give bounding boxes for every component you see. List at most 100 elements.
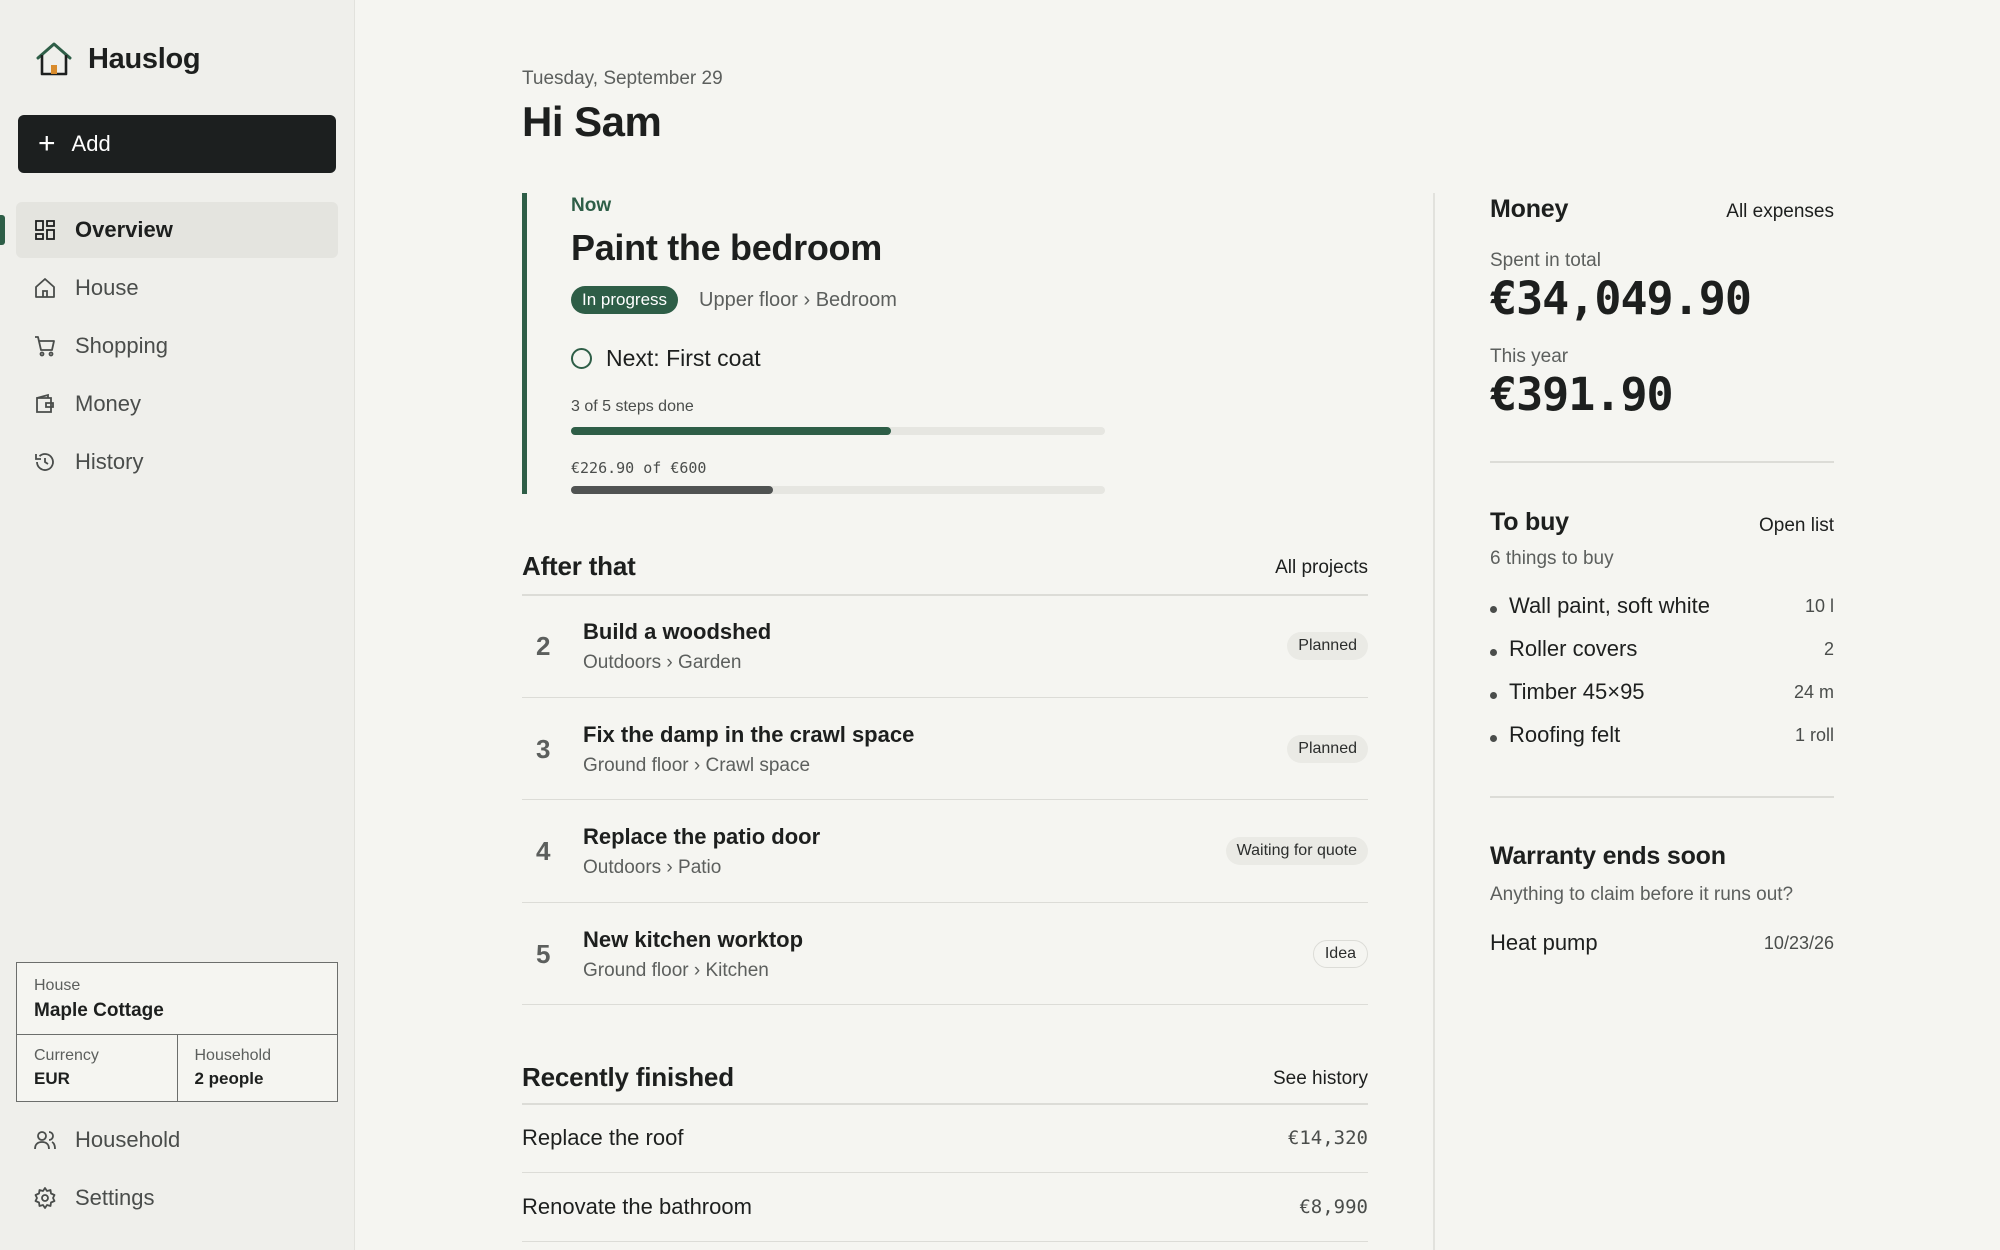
brand[interactable]: Hauslog (34, 40, 201, 78)
nav-label: Money (75, 391, 142, 416)
house-logo-icon (36, 42, 72, 76)
next-step[interactable]: Next: First coat (571, 345, 761, 372)
project-location: Upper floor › Bedroom (699, 289, 897, 311)
status-badge: Planned (1287, 632, 1368, 660)
house-label: House (34, 977, 81, 994)
people-icon (34, 1131, 56, 1150)
house-info-card[interactable]: House Maple Cottage Currency EUR Househo… (16, 962, 338, 1102)
warranty-subtitle: Anything to claim before it runs out? (1490, 884, 1794, 905)
steps-progress-bar (571, 427, 1105, 435)
household-label: Household (194, 1047, 272, 1064)
finished-row[interactable]: Renovate the bathroom €8,990 (522, 1173, 1368, 1242)
budget-progress-label: €226.90 of €600 (571, 459, 707, 477)
project-location: Ground floor › Kitchen (583, 959, 769, 981)
total-spent-value: €34,049.90 (1490, 272, 1752, 325)
project-row[interactable]: 3 Fix the damp in the crawl space Ground… (522, 698, 1368, 800)
wallet-icon (36, 393, 54, 413)
brand-name: Hauslog (88, 42, 201, 75)
bullet-icon (1490, 691, 1497, 699)
nav-item-household[interactable]: Household (16, 1112, 338, 1168)
see-history-link[interactable]: See history (1200, 1068, 1368, 1090)
secondary-nav: Household Settings (16, 1112, 338, 1228)
now-label: Now (571, 195, 612, 216)
total-spent-label: Spent in total (1490, 250, 1601, 271)
steps-progress-fill (571, 427, 892, 435)
plus-icon: + (38, 127, 56, 160)
finished-project-name: Replace the roof (522, 1125, 684, 1150)
nav-item-shopping[interactable]: Shopping (16, 318, 338, 374)
bullet-icon (1490, 734, 1497, 742)
project-row[interactable]: 5 New kitchen worktop Ground floor › Kit… (522, 903, 1368, 1005)
nav-item-overview[interactable]: Overview (0, 202, 338, 258)
shopping-item[interactable]: Timber 45×95 24 m (1490, 677, 1834, 707)
shopping-item-qty: 10 l (1804, 595, 1834, 616)
project-name: Build a woodshed (583, 619, 772, 644)
shopping-item-qty: 1 roll (1794, 724, 1834, 745)
this-year-value: €391.90 (1490, 368, 1674, 421)
budget-progress-bar (571, 486, 1105, 494)
currency-label: Currency (34, 1047, 99, 1064)
shopping-item-qty: 2 (1823, 638, 1834, 659)
project-row[interactable]: 2 Build a woodshed Outdoors › Garden Pla… (522, 595, 1368, 698)
nav-item-house[interactable]: House (16, 260, 338, 316)
home-icon (35, 278, 55, 298)
open-list-link[interactable]: Open list (1759, 515, 1834, 537)
shopping-item[interactable]: Wall paint, soft white 10 l (1490, 591, 1834, 621)
column-divider (1433, 193, 1435, 1250)
project-list: 2 Build a woodshed Outdoors › Garden Pla… (522, 595, 1368, 1005)
grid-icon (35, 220, 55, 240)
status-badge: Waiting for quote (1225, 837, 1368, 865)
bullet-icon (1490, 605, 1497, 613)
bullet-icon (1490, 648, 1497, 656)
household-cell: Household 2 people (176, 1035, 338, 1101)
nav-item-money[interactable]: Money (16, 376, 338, 432)
to-buy-title: To buy (1490, 508, 1569, 536)
sidebar: Hauslog + Add Overview House Shopping Mo… (0, 0, 355, 1250)
project-location: Ground floor › Crawl space (583, 754, 811, 776)
warranty-item-name: Heat pump (1490, 930, 1598, 955)
divider (1490, 796, 1834, 798)
steps-progress-label: 3 of 5 steps done (571, 398, 694, 415)
history-icon (35, 453, 54, 471)
all-expenses-link[interactable]: All expenses (1726, 201, 1834, 223)
project-location: Outdoors › Garden (583, 652, 742, 673)
gear-icon (34, 1187, 56, 1209)
finished-row[interactable]: Replace the roof €14,320 (522, 1104, 1368, 1173)
add-button[interactable]: + Add (18, 115, 336, 173)
shopping-item-name: Roller covers (1509, 636, 1638, 661)
divider (1490, 461, 1834, 463)
current-project-card[interactable]: Now Paint the bedroom In progress Upper … (522, 193, 1105, 494)
shopping-item[interactable]: Roller covers 2 (1490, 634, 1834, 664)
this-year-label: This year (1490, 346, 1569, 367)
cart-icon (35, 336, 55, 357)
shopping-item-name: Wall paint, soft white (1509, 593, 1710, 618)
to-buy-count: 6 things to buy (1490, 548, 1614, 569)
all-projects-link[interactable]: All projects (1200, 557, 1368, 579)
status-badge: Idea (1312, 939, 1368, 968)
shopping-item[interactable]: Roofing felt 1 roll (1490, 720, 1834, 750)
nav-label: Household (75, 1127, 181, 1152)
nav-label: Shopping (75, 333, 168, 358)
current-date: Tuesday, September 29 (522, 68, 723, 89)
money-title: Money (1490, 195, 1569, 223)
project-location: Outdoors › Patio (583, 857, 722, 878)
nav-item-history[interactable]: History (16, 434, 338, 490)
status-badge: In progress (571, 286, 679, 314)
shopping-item-name: Timber 45×95 (1509, 679, 1645, 704)
next-step-label: Next: First coat (606, 345, 761, 371)
checkbox-circle-icon[interactable] (571, 348, 592, 369)
finished-list: Replace the roof €14,320 Renovate the ba… (522, 1104, 1368, 1242)
finished-project-amount: €14,320 (1287, 1127, 1368, 1149)
nav-item-settings[interactable]: Settings (16, 1170, 338, 1226)
project-row[interactable]: 4 Replace the patio door Outdoors › Pati… (522, 800, 1368, 903)
finished-project-amount: €8,990 (1299, 1196, 1368, 1218)
project-number: 2 (536, 631, 551, 661)
warranty-title: Warranty ends soon (1490, 842, 1726, 870)
recently-finished-title: Recently finished (522, 1062, 734, 1092)
finished-project-name: Renovate the bathroom (522, 1194, 752, 1219)
warranty-item[interactable]: Heat pump 10/23/26 (1490, 928, 1834, 958)
project-number: 3 (536, 733, 551, 764)
project-name: Fix the damp in the crawl space (583, 721, 915, 747)
currency-value: EUR (34, 1069, 70, 1088)
budget-progress-fill (571, 486, 773, 494)
